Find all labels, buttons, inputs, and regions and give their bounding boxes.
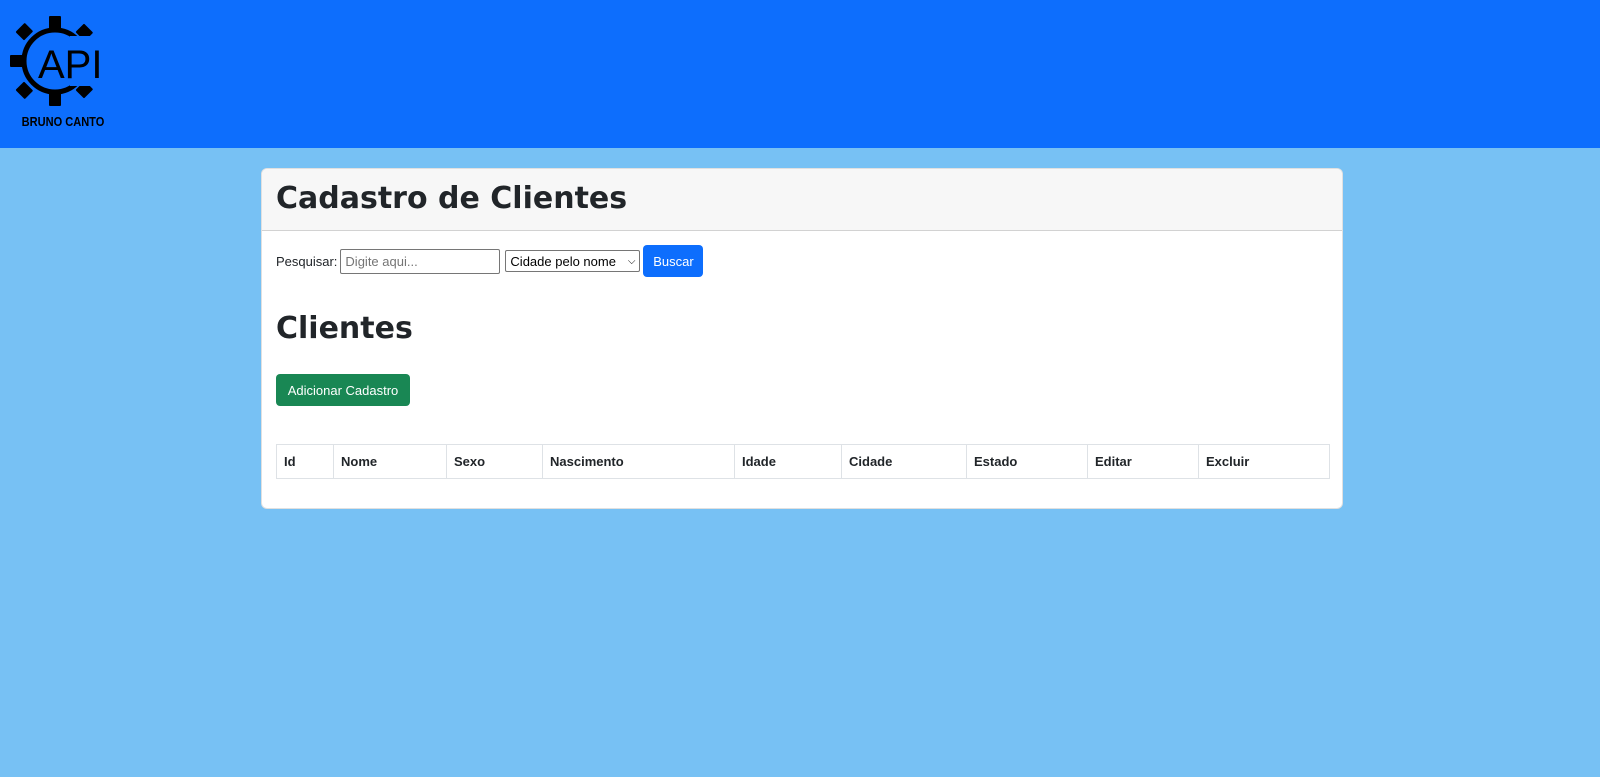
search-filter-value: Cidade pelo nome xyxy=(510,253,616,269)
add-client-button[interactable]: Adicionar Cadastro xyxy=(276,374,410,406)
search-filter-select[interactable]: Cidade pelo nome ⌵ xyxy=(505,250,641,272)
clients-card: Cadastro de Clientes Pesquisar: Cidade p… xyxy=(261,168,1343,509)
column-header-excluir: Excluir xyxy=(1198,444,1330,479)
card-header: Cadastro de Clientes xyxy=(262,169,1342,231)
gear-icon: API xyxy=(10,16,116,106)
clients-table: Id Nome Sexo Nascimento Idade Cidade Est… xyxy=(276,444,1330,479)
column-header-nascimento: Nascimento xyxy=(542,444,735,479)
column-header-idade: Idade xyxy=(734,444,842,479)
api-logo[interactable]: API BRUNO CANTO xyxy=(10,14,116,134)
top-bar: API BRUNO CANTO xyxy=(0,0,1600,148)
search-input[interactable] xyxy=(340,248,501,274)
search-label: Pesquisar: xyxy=(276,253,338,269)
logo-text: API xyxy=(38,43,102,87)
column-header-editar: Editar xyxy=(1087,444,1199,479)
column-header-cidade: Cidade xyxy=(841,444,967,479)
chevron-down-icon: ⌵ xyxy=(627,255,636,267)
column-header-nome: Nome xyxy=(333,444,447,479)
column-header-sexo: Sexo xyxy=(446,444,543,479)
logo-caption: BRUNO CANTO xyxy=(21,114,105,129)
column-header-id: Id xyxy=(276,444,334,479)
search-button[interactable]: Buscar xyxy=(643,245,704,277)
table-header-row: Id Nome Sexo Nascimento Idade Cidade Est… xyxy=(276,444,1330,479)
page-title: Cadastro de Clientes xyxy=(276,181,628,216)
clients-title: Clientes xyxy=(276,311,413,346)
search-bar: Pesquisar: Cidade pelo nome ⌵ Buscar xyxy=(276,245,704,277)
column-header-estado: Estado xyxy=(966,444,1088,479)
